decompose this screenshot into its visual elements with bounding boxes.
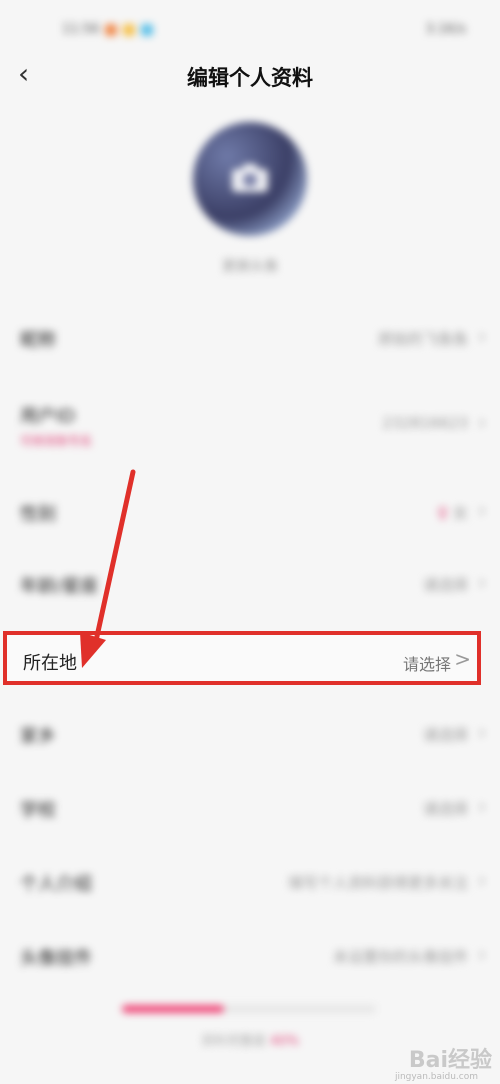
progress-percent: 40% — [270, 1034, 300, 1049]
row-value: 未设置你的头像挂件 — [332, 948, 468, 966]
row-nickname[interactable]: 昵称 原始的飞鱼鱼 › — [0, 302, 500, 372]
chevron-right-icon: › — [478, 498, 486, 522]
row-label: 个人介绍 — [20, 874, 92, 895]
notification-icon — [123, 23, 136, 36]
chevron-right-icon: › — [478, 720, 486, 744]
row-location[interactable]: 所在地 请选择 > — [3, 631, 481, 685]
status-time: 11:56 — [62, 22, 100, 37]
row-school[interactable]: 学校 请选择 › — [0, 772, 500, 842]
row-hometown[interactable]: 家乡 请选择 › — [0, 698, 500, 768]
row-value: 232816623 — [382, 414, 468, 432]
row-value: 填写个人资料获得更多关注 — [287, 874, 468, 892]
change-avatar-label[interactable]: 更换头像 — [0, 256, 500, 276]
row-user-id[interactable]: 用户ID 可修改账号名 232816623 › — [0, 378, 500, 468]
row-label: 家乡 — [20, 726, 56, 747]
chevron-right-icon: › — [478, 794, 486, 818]
row-label: 昵称 — [20, 330, 56, 351]
chevron-right-icon: › — [478, 868, 486, 892]
row-bio[interactable]: 个人介绍 填写个人资料获得更多关注 › — [0, 846, 500, 916]
camera-icon — [232, 164, 268, 192]
avatar[interactable] — [193, 122, 307, 236]
watermark-url: jingyan.baidu.com — [394, 1072, 478, 1082]
row-value: 请选择 — [422, 726, 468, 744]
notification-icon — [141, 23, 154, 36]
row-value: 原始的飞鱼鱼 — [377, 330, 468, 348]
row-avatar-pendant[interactable]: 头像挂件 未设置你的头像挂件 › — [0, 920, 500, 990]
chevron-right-icon: › — [478, 410, 486, 434]
row-label: 用户ID — [20, 406, 76, 427]
row-label: 性别 — [20, 504, 56, 525]
female-icon: ♀ — [437, 504, 449, 522]
row-age-zodiac[interactable]: 年龄/星座 请选择 › — [0, 548, 500, 618]
row-label: 年龄/星座 — [20, 576, 99, 597]
watermark-logo: Bai经验 — [408, 1048, 492, 1073]
row-label: 学校 — [20, 800, 56, 821]
row-gender[interactable]: 性别 ♀ 女 › — [0, 476, 500, 546]
row-value: 女 — [452, 504, 468, 522]
row-value: 请选择 — [402, 655, 451, 674]
status-network: 3.1K/s — [425, 22, 466, 37]
row-label: 头像挂件 — [20, 948, 92, 969]
nav-bar: ‹ 编辑个人资料 — [0, 50, 500, 100]
profile-progress-bar — [122, 1005, 376, 1013]
row-value: 请选择 — [422, 576, 468, 594]
progress-fill — [122, 1005, 224, 1013]
row-sublabel: 可修改账号名 — [20, 434, 93, 448]
notification-icon — [105, 23, 118, 36]
chevron-right-icon: > — [454, 647, 471, 671]
row-label: 所在地 — [23, 653, 77, 674]
chevron-right-icon: › — [478, 570, 486, 594]
page-title: 编辑个人资料 — [187, 66, 313, 90]
chevron-right-icon: › — [478, 324, 486, 348]
chevron-right-icon: › — [478, 942, 486, 966]
row-value: 请选择 — [422, 800, 468, 818]
progress-label: 资料完整度 — [200, 1034, 266, 1049]
